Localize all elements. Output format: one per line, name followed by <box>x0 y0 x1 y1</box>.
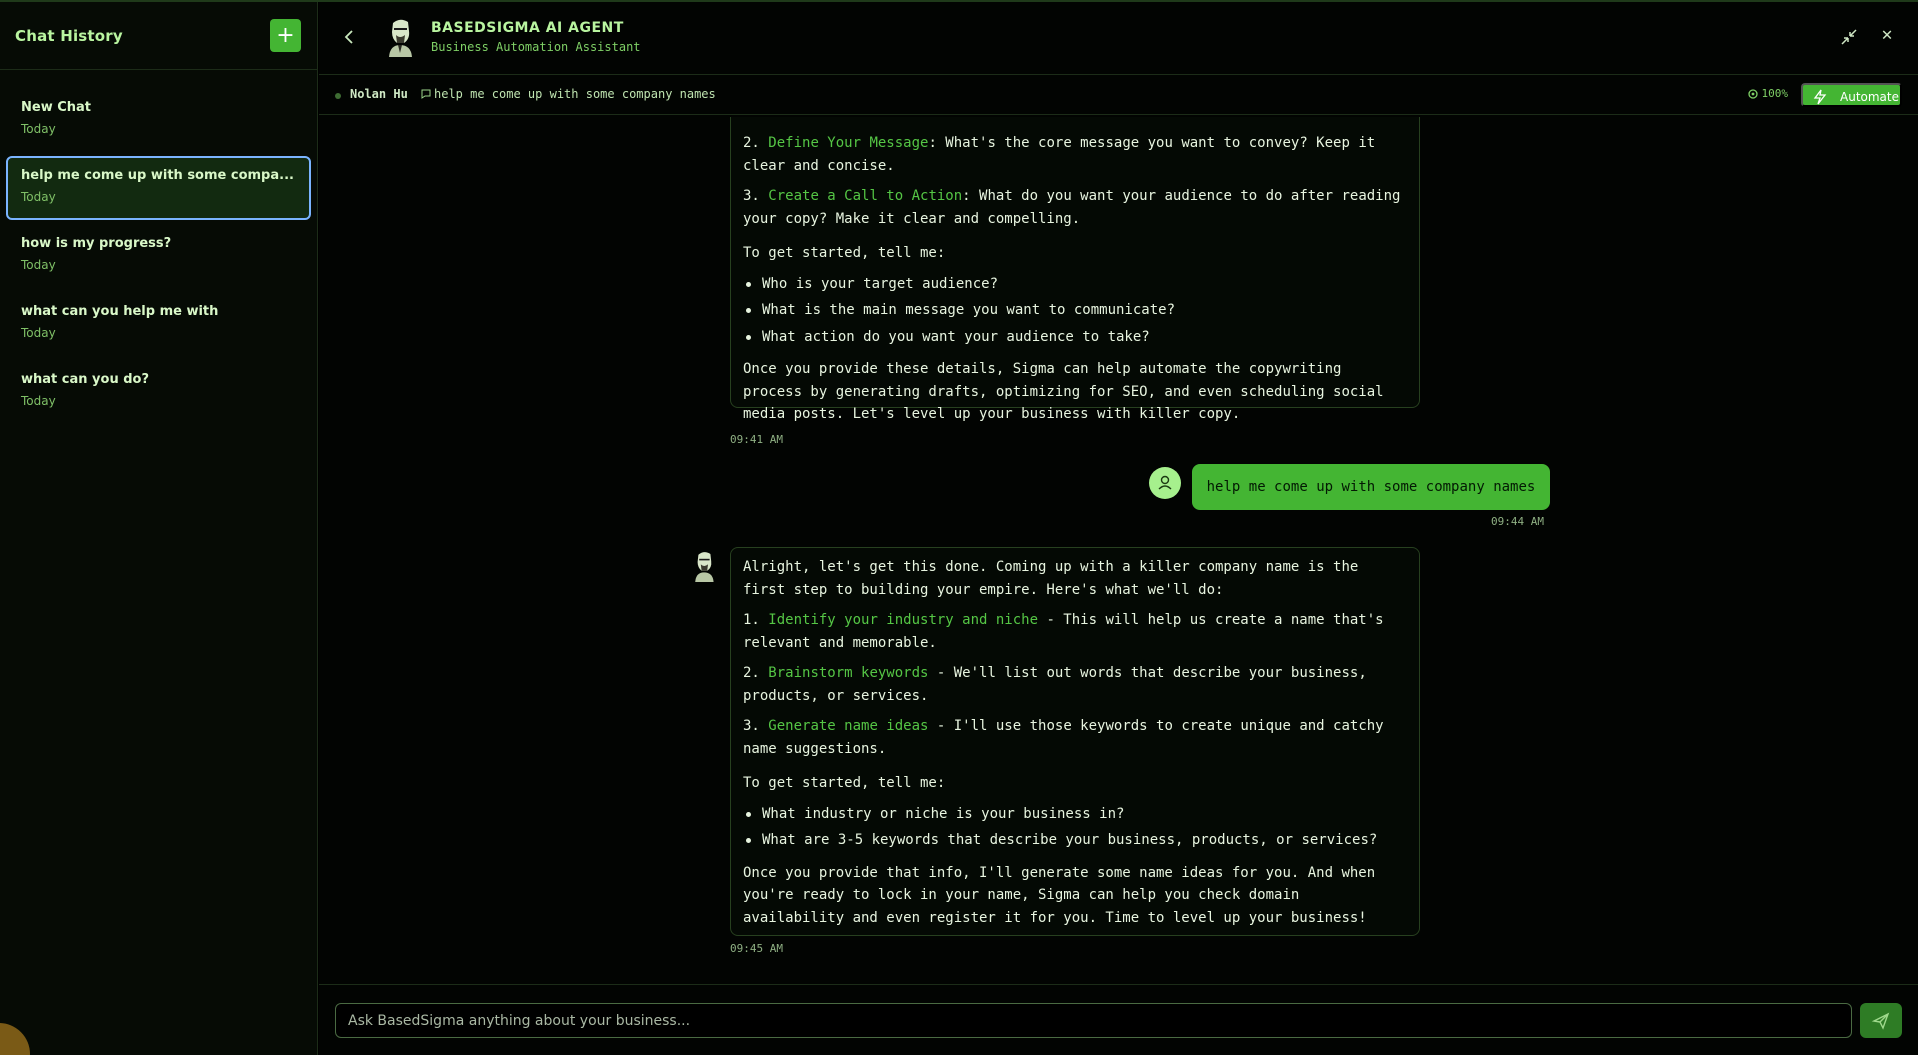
chat-history-item-company-names[interactable]: help me come up with some compa... Today <box>6 156 311 220</box>
user-message: help me come up with some company names <box>1192 464 1550 510</box>
message-step: 2. Define Your Message: What's the core … <box>743 135 1376 174</box>
sidebar-header: Chat History + <box>0 2 317 70</box>
list-item: What action do you want your audience to… <box>743 326 1407 349</box>
floating-widget-button[interactable] <box>0 1023 30 1055</box>
ai-message: 2. Define Your Message: What's the core … <box>730 117 1420 422</box>
chat-item-title: New Chat <box>21 100 92 115</box>
chat-item-title: help me come up with some compa... <box>21 168 294 183</box>
close-icon[interactable]: ✕ <box>1878 25 1896 45</box>
chat-history-item-help-me-with[interactable]: what can you help me with Today <box>6 292 311 356</box>
agent-subtitle: Business Automation Assistant <box>431 40 641 54</box>
chevron-left-icon[interactable] <box>339 26 361 48</box>
chat-history-item-progress[interactable]: how is my progress? Today <box>6 224 311 288</box>
lightning-icon <box>1813 89 1827 105</box>
message-bullet-list: What industry or niche is your business … <box>743 803 1407 852</box>
message-paragraph: To get started, tell me: <box>743 245 946 261</box>
conversation-info-bar: Nolan Hu help me come up with some compa… <box>319 75 1918 115</box>
send-icon <box>1871 1012 1890 1030</box>
message-step: 3. Generate name ideas - I'll use those … <box>743 718 1384 757</box>
sidebar-title: Chat History <box>15 26 123 45</box>
message-step: 2. Brainstorm keywords - We'll list out … <box>743 665 1367 704</box>
chat-header: BASEDSIGMA AI AGENT Business Automation … <box>319 2 1918 75</box>
message-input[interactable] <box>335 1003 1852 1038</box>
new-chat-button[interactable]: + <box>270 19 301 52</box>
conversation-topic: help me come up with some company names <box>434 87 716 101</box>
chat-item-date: Today <box>21 258 56 272</box>
message-timestamp: 09:41 AM <box>730 433 783 446</box>
sigma-agent-avatar <box>384 17 416 57</box>
chat-item-date: Today <box>21 190 56 204</box>
gear-icon <box>1747 88 1759 100</box>
list-item: What industry or niche is your business … <box>743 803 1407 826</box>
message-timestamp: 09:45 AM <box>730 942 783 955</box>
efficiency-percent: 100% <box>1761 87 1789 100</box>
send-button[interactable] <box>1860 1003 1902 1038</box>
chat-history-sidebar: Chat History + New Chat Today help me co… <box>0 2 318 1055</box>
minimize-icon[interactable] <box>1840 28 1858 46</box>
automate-button[interactable]: Automate <box>1801 83 1902 107</box>
chat-history-list: New Chat Today help me come up with some… <box>0 70 317 424</box>
message-paragraph: Alright, let's get this done. Coming up … <box>743 559 1359 598</box>
composer <box>319 984 1918 1055</box>
chat-item-title: what can you do? <box>21 372 150 387</box>
message-bullet-list: Who is your target audience? What is the… <box>743 273 1407 349</box>
message-step: 3. Create a Call to Action: What do you … <box>743 188 1401 227</box>
message-list: 2. Define Your Message: What's the core … <box>319 117 1918 983</box>
automate-label: Automate <box>1840 90 1899 104</box>
list-item: Who is your target audience? <box>743 273 1407 296</box>
chat-item-title: what can you help me with <box>21 304 219 319</box>
ai-message: Alright, let's get this done. Coming up … <box>730 547 1420 936</box>
chat-main-panel: BASEDSIGMA AI AGENT Business Automation … <box>319 2 1918 1055</box>
user-name: Nolan Hu <box>350 87 408 101</box>
user-avatar-icon <box>1149 467 1181 499</box>
chat-item-date: Today <box>21 326 56 340</box>
chat-history-item-what-can-you-do[interactable]: what can you do? Today <box>6 360 311 424</box>
sigma-agent-avatar <box>691 550 717 582</box>
message-paragraph: Once you provide that info, I'll generat… <box>743 864 1376 926</box>
chat-item-title: how is my progress? <box>21 236 172 251</box>
status-dot <box>335 93 341 99</box>
message-paragraph: Once you provide these details, Sigma ca… <box>743 361 1384 422</box>
list-item: What are 3-5 keywords that describe your… <box>743 829 1407 852</box>
list-item: What is the main message you want to com… <box>743 299 1407 322</box>
message-paragraph: To get started, tell me: <box>743 775 946 791</box>
chat-item-date: Today <box>21 394 56 408</box>
chat-history-item-new-chat[interactable]: New Chat Today <box>6 88 311 152</box>
message-timestamp: 09:44 AM <box>1491 515 1544 528</box>
chat-item-date: Today <box>21 122 56 136</box>
message-step: 1. Identify your industry and niche - Th… <box>743 612 1384 651</box>
chat-bubble-icon <box>420 88 432 100</box>
clipped-line <box>743 117 1407 124</box>
agent-name: BASEDSIGMA AI AGENT <box>431 20 624 36</box>
